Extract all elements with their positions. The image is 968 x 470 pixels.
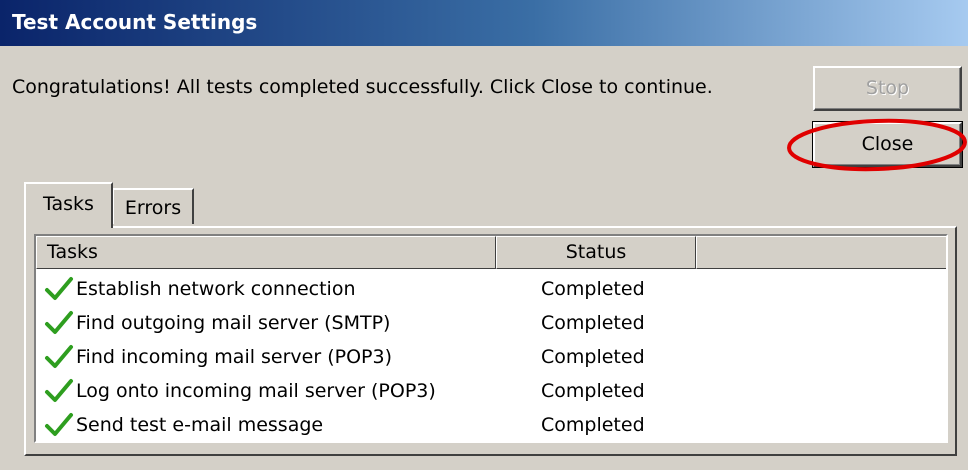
checkmark-icon — [45, 311, 73, 334]
task-name: Find outgoing mail server (SMTP) — [76, 312, 391, 334]
tab-errors[interactable]: Errors — [112, 188, 194, 224]
task-status: Completed — [541, 414, 645, 436]
task-name: Log onto incoming mail server (POP3) — [76, 380, 436, 402]
table-row[interactable]: Find incoming mail server (POP3) Complet… — [36, 341, 946, 374]
close-button[interactable]: Close — [812, 121, 963, 168]
checkmark-icon — [45, 413, 73, 436]
task-name: Establish network connection — [76, 278, 356, 300]
task-name: Find incoming mail server (POP3) — [76, 346, 393, 368]
table-row[interactable]: Find outgoing mail server (SMTP) Complet… — [36, 307, 946, 340]
title-bar: Test Account Settings — [0, 0, 968, 46]
tab-errors-label: Errors — [124, 197, 182, 219]
window-title: Test Account Settings — [12, 10, 258, 34]
column-header-tasks[interactable]: Tasks — [36, 236, 496, 269]
column-header-empty[interactable] — [696, 236, 946, 269]
table-row[interactable]: Establish network connection Completed — [36, 273, 946, 306]
stop-button[interactable]: Stop — [813, 66, 962, 111]
checkmark-icon — [45, 379, 73, 402]
status-message: Congratulations! All tests completed suc… — [12, 76, 713, 98]
column-header-status[interactable]: Status — [496, 236, 696, 269]
task-status: Completed — [541, 380, 645, 402]
task-status: Completed — [541, 278, 645, 300]
task-status: Completed — [541, 312, 645, 334]
tab-tasks[interactable]: Tasks — [24, 182, 113, 228]
tasks-list[interactable]: Tasks Status Establish network connectio… — [34, 234, 948, 443]
list-header: Tasks Status — [36, 236, 946, 269]
tab-tasks-label: Tasks — [43, 193, 94, 215]
table-row[interactable]: Send test e-mail message Completed — [36, 409, 946, 441]
task-status: Completed — [541, 346, 645, 368]
table-row[interactable]: Log onto incoming mail server (POP3) Com… — [36, 375, 946, 408]
task-name: Send test e-mail message — [76, 414, 324, 436]
checkmark-icon — [45, 277, 73, 300]
checkmark-icon — [45, 345, 73, 368]
